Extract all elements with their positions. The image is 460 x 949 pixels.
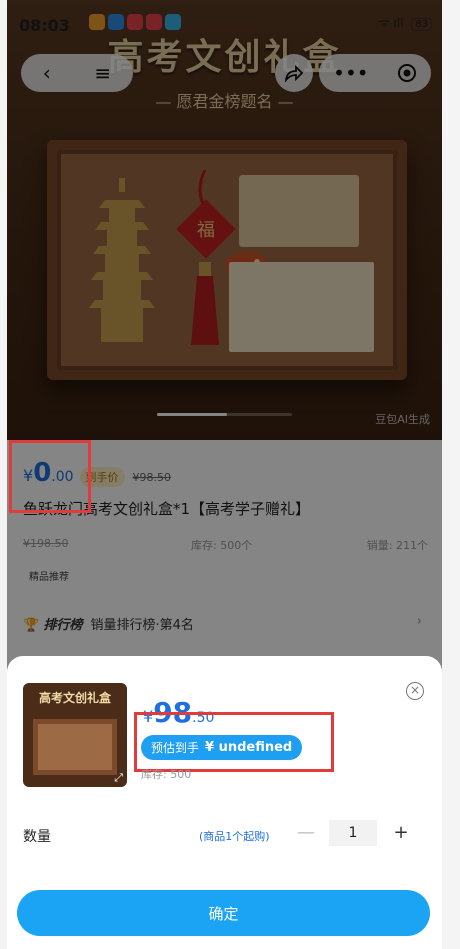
quantity-input[interactable]: 1 <box>329 820 377 846</box>
close-icon[interactable]: × <box>406 682 424 700</box>
right-border <box>442 0 460 949</box>
left-border <box>0 0 7 949</box>
quantity-increase-button[interactable]: + <box>390 822 412 844</box>
quantity-label: 数量 <box>23 829 51 845</box>
sku-sheet: 高考文创礼盒 ⤢ × ¥ 98 .50 预估到手 ¥ undefined 库存:… <box>7 656 442 949</box>
highlight-box-estimate <box>134 712 334 772</box>
quantity-note: (商品1个起购) <box>199 830 270 843</box>
thumbnail-box <box>33 719 117 775</box>
product-page: 高考文创礼盒 — 愿君金榜题名 — 福 豆包AI生成 08:03 ᯤ ıll 8… <box>7 0 442 949</box>
product-thumbnail[interactable]: 高考文创礼盒 ⤢ <box>23 683 127 787</box>
expand-icon: ⤢ <box>114 771 123 784</box>
highlight-box-price <box>9 440 91 513</box>
quantity-decrease-button[interactable]: — <box>295 822 317 844</box>
screen: 高考文创礼盒 — 愿君金榜题名 — 福 豆包AI生成 08:03 ᯤ ıll 8… <box>0 0 460 949</box>
confirm-button[interactable]: 确定 <box>17 890 430 936</box>
sheet-stock: 库存: 500 <box>141 768 192 781</box>
thumbnail-title: 高考文创礼盒 <box>38 691 111 705</box>
